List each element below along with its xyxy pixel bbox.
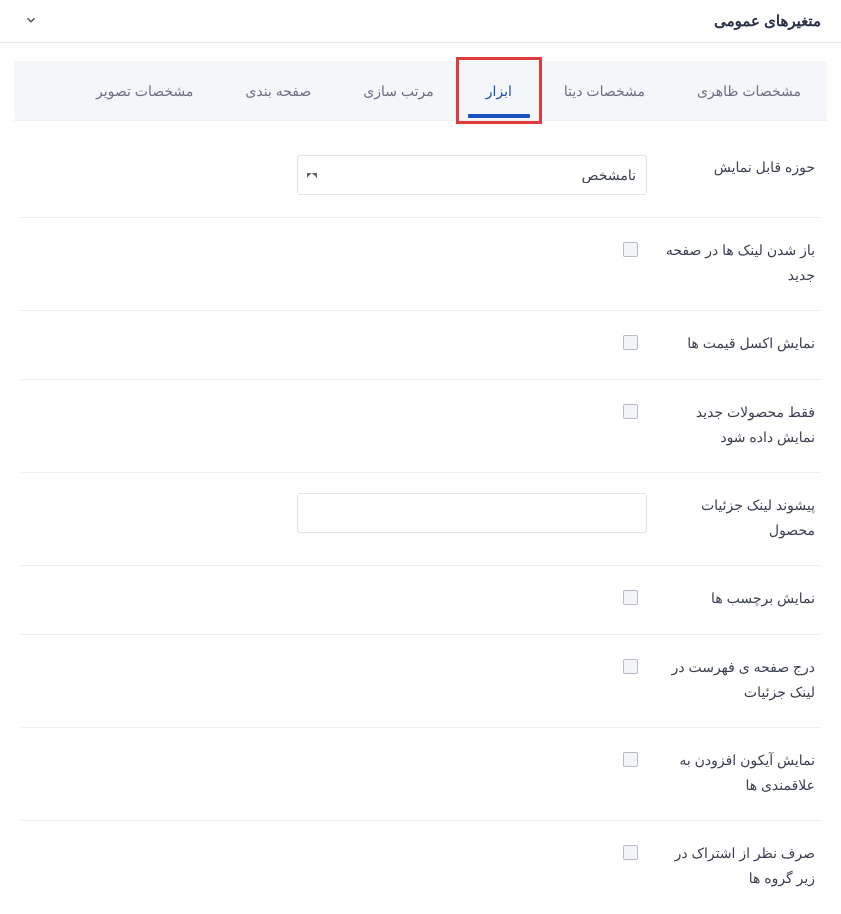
ctrl-display-scope: نامشخص: [297, 155, 647, 195]
ctrl-include-list: [619, 655, 647, 677]
row-show-wishlist-icon: نمایش آیکون افزودن به علاقمندی ها: [20, 728, 821, 821]
ctrl-only-new: [619, 400, 647, 422]
tabs: مشخصات ظاهری مشخصات دیتا ابزار مرتب سازی…: [14, 61, 827, 120]
label-display-scope: حوزه قابل نمایش: [665, 155, 815, 180]
tab-label: مشخصات تصویر: [96, 83, 193, 99]
ctrl-wishlist: [619, 748, 647, 770]
show-tags-checkbox[interactable]: [623, 590, 638, 605]
tab-sorting[interactable]: مرتب سازی: [337, 61, 459, 120]
row-ignore-subgroup-share: صرف نظر از اشتراک در زیر گروه ها: [20, 821, 821, 913]
panel-body: مشخصات ظاهری مشخصات دیتا ابزار مرتب سازی…: [0, 43, 841, 914]
label-include-list-page: درج صفحه ی فهرست در لینک جزئیات: [665, 655, 815, 705]
ctrl-subgroup: [619, 841, 647, 863]
display-scope-select[interactable]: نامشخص: [297, 155, 647, 195]
price-excel-checkbox[interactable]: [623, 335, 638, 350]
tab-label: صفحه بندی: [245, 83, 311, 99]
tab-label: مشخصات ظاهری: [697, 83, 801, 99]
label-show-tags: نمایش برچسب ها: [665, 586, 815, 611]
tab-label: ابزار: [486, 83, 512, 99]
tab-image[interactable]: مشخصات تصویر: [70, 61, 219, 120]
ctrl-detail-prefix: [297, 493, 647, 533]
chevron-down-icon: [24, 13, 38, 30]
panel-title: متغیرهای عمومی: [714, 12, 821, 30]
label-only-new-products: فقط محصولات جدید نمایش داده شود: [665, 400, 815, 450]
tab-label: مشخصات دیتا: [564, 83, 645, 99]
row-show-price-excel: نمایش اکسل قیمت ها: [20, 311, 821, 379]
tab-label: مرتب سازی: [363, 83, 433, 99]
row-include-list-page: درج صفحه ی فهرست در لینک جزئیات: [20, 635, 821, 728]
row-show-tags: نمایش برچسب ها: [20, 566, 821, 634]
row-only-new-products: فقط محصولات جدید نمایش داده شود: [20, 380, 821, 473]
detail-link-prefix-input[interactable]: [297, 493, 647, 533]
label-show-wishlist-icon: نمایش آیکون افزودن به علاقمندی ها: [665, 748, 815, 798]
label-open-links-new-page: باز شدن لینک ها در صفحه جدید: [665, 238, 815, 288]
only-new-products-checkbox[interactable]: [623, 404, 638, 419]
tab-appearance[interactable]: مشخصات ظاهری: [671, 61, 827, 120]
row-detail-link-prefix: پیشوند لینک جزئیات محصول: [20, 473, 821, 566]
tab-data[interactable]: مشخصات دیتا: [538, 61, 671, 120]
label-ignore-subgroup-share: صرف نظر از اشتراک در زیر گروه ها: [665, 841, 815, 891]
row-display-scope: حوزه قابل نمایش نامشخص: [20, 135, 821, 218]
ctrl-open-links: [619, 238, 647, 260]
form-content: حوزه قابل نمایش نامشخص باز شدن لینک ها د…: [14, 120, 827, 914]
label-detail-link-prefix: پیشوند لینک جزئیات محصول: [665, 493, 815, 543]
label-show-price-excel: نمایش اکسل قیمت ها: [665, 331, 815, 356]
wishlist-icon-checkbox[interactable]: [623, 752, 638, 767]
ctrl-price-excel: [619, 331, 647, 353]
include-list-page-checkbox[interactable]: [623, 659, 638, 674]
collapse-toggle[interactable]: [20, 10, 42, 32]
panel-header: متغیرهای عمومی: [0, 0, 841, 43]
open-links-checkbox[interactable]: [623, 242, 638, 257]
tab-pagination[interactable]: صفحه بندی: [219, 61, 337, 120]
row-open-links-new-page: باز شدن لینک ها در صفحه جدید: [20, 218, 821, 311]
tabs-container: مشخصات ظاهری مشخصات دیتا ابزار مرتب سازی…: [14, 61, 827, 120]
tab-tools[interactable]: ابزار: [460, 61, 538, 120]
ctrl-show-tags: [619, 586, 647, 608]
